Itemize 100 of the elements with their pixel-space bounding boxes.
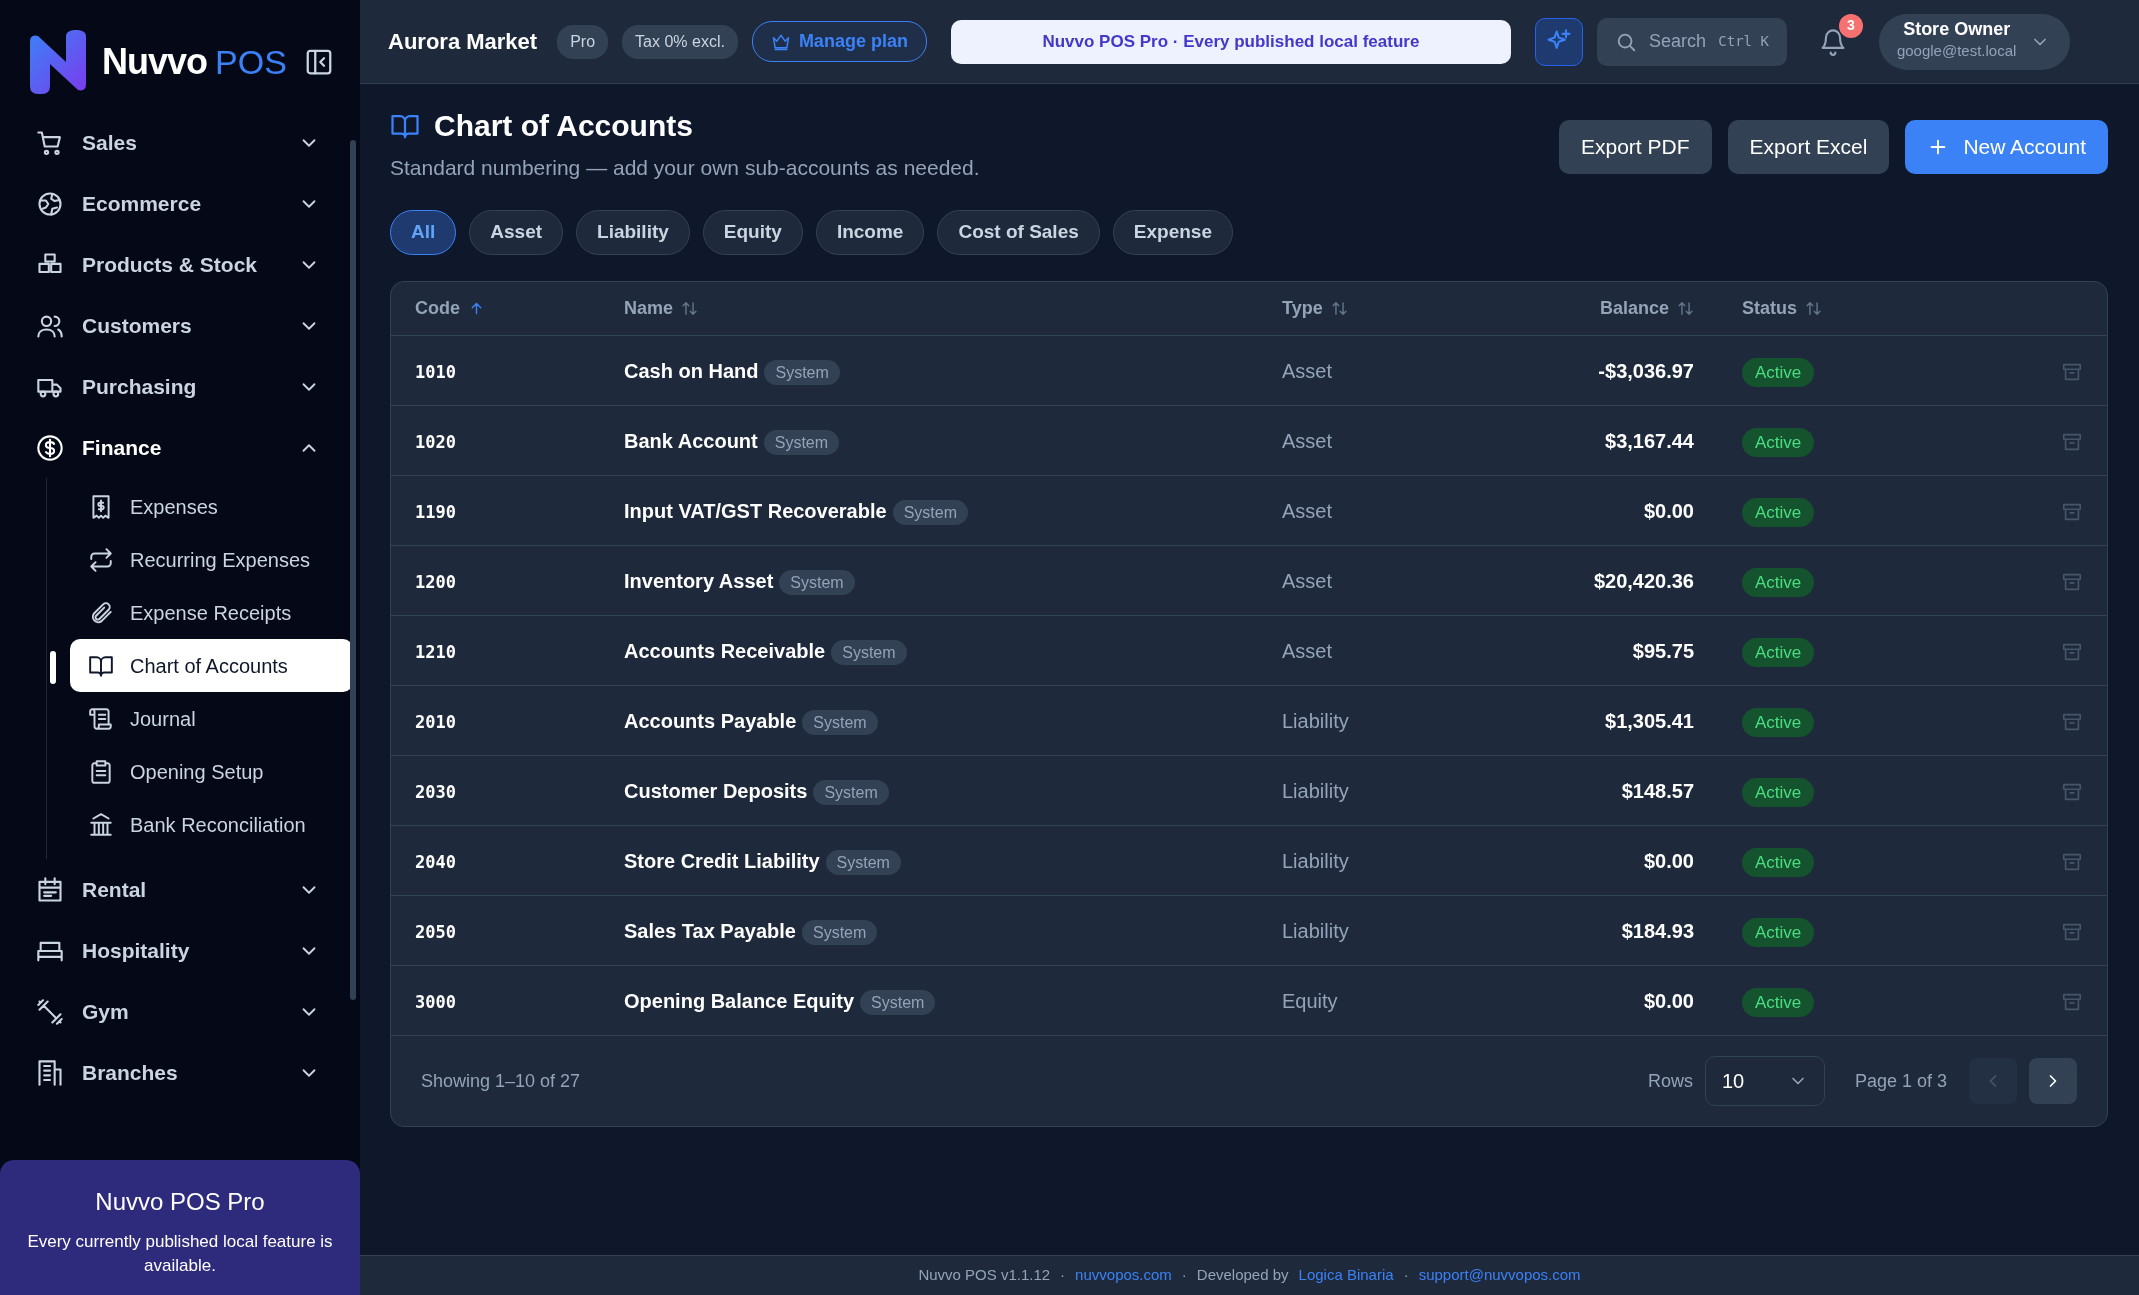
page-indicator: Page 1 of 3 <box>1854 1069 1947 1093</box>
footer-separator: · <box>1403 1265 1409 1286</box>
status-badge: Active <box>1742 917 1815 947</box>
sidebar-item[interactable]: Gym <box>26 981 330 1042</box>
filter-chip[interactable]: Expense <box>1112 209 1233 255</box>
account-name: Store Credit Liability <box>624 849 820 872</box>
sidebar-subitem[interactable]: Expenses <box>70 480 353 533</box>
status-badge: Active <box>1742 357 1815 387</box>
user-name: Store Owner <box>1902 20 2012 41</box>
filter-chip[interactable]: Income <box>815 209 925 255</box>
info-badge: Tax 0% excl. <box>622 24 738 59</box>
sidebar-item[interactable]: Products & Stock <box>26 234 330 295</box>
search-field[interactable]: Search Ctrl K <box>1596 17 1787 66</box>
sidebar-subitem[interactable]: Journal <box>70 692 353 745</box>
system-tag: System <box>892 499 968 525</box>
system-tag: System <box>764 359 840 385</box>
sidebar-item[interactable]: Customers <box>26 295 330 356</box>
account-type: Asset <box>1282 359 1333 382</box>
sidebar-subitem[interactable]: Bank Reconciliation <box>70 798 353 851</box>
account-name: Sales Tax Payable <box>624 919 796 942</box>
account-type: Asset <box>1282 499 1333 522</box>
clipboard-icon <box>88 758 114 785</box>
account-balance: $0.00 <box>1643 849 1694 872</box>
showing-count: Showing 1–10 of 27 <box>421 1069 581 1093</box>
account-balance: $184.93 <box>1621 919 1694 942</box>
account-name: Opening Balance Equity <box>624 989 855 1012</box>
collapse-sidebar-button[interactable] <box>304 47 334 77</box>
logo-text: POS <box>215 42 287 83</box>
sidebar-item[interactable]: Purchasing <box>26 356 330 417</box>
account-code: 2030 <box>415 781 456 802</box>
sidebar-item[interactable]: Branches <box>26 1042 330 1103</box>
system-tag: System <box>860 989 936 1015</box>
account-code: 1190 <box>415 501 456 522</box>
footer-separator: · <box>1181 1265 1187 1286</box>
column-header[interactable]: Status <box>1742 294 1822 322</box>
account-code: 1200 <box>415 571 456 592</box>
system-tag: System <box>813 779 889 805</box>
filter-chip[interactable]: Asset <box>469 209 564 255</box>
sidebar-item[interactable]: Hospitality <box>26 920 330 981</box>
account-code: 2050 <box>415 921 456 942</box>
repeat-icon <box>88 546 114 573</box>
store-name: Aurora Market <box>388 28 538 56</box>
account-name: Accounts Receivable <box>624 639 826 662</box>
dumbbell-icon <box>36 997 64 1026</box>
sidebar-item[interactable]: Finance <box>26 417 330 478</box>
account-balance: $3,167.44 <box>1605 429 1694 452</box>
filter-chip[interactable]: All <box>390 209 457 255</box>
promo-title: Nuvvo POS Pro <box>94 1187 266 1217</box>
system-tag: System <box>801 919 878 945</box>
account-type: Liability <box>1282 919 1349 942</box>
sidebar-subitem[interactable]: Recurring Expenses <box>70 533 353 586</box>
manage-plan-button[interactable]: Manage plan <box>751 21 927 62</box>
next-page-button[interactable] <box>2029 1058 2077 1104</box>
account-code: 2040 <box>415 851 456 872</box>
account-type: Asset <box>1282 639 1333 662</box>
account-code: 1010 <box>415 361 456 382</box>
status-badge: Active <box>1742 567 1815 597</box>
column-header[interactable]: Name <box>624 294 699 322</box>
promo-text: Every currently published local feature is available. <box>26 1231 334 1277</box>
shortcut-hint: Ctrl K <box>1718 32 1769 51</box>
account-type: Asset <box>1282 569 1333 592</box>
status-badge: Active <box>1742 987 1815 1017</box>
user-menu[interactable]: Store Owner google@test.local <box>1878 13 2071 70</box>
sidebar-item[interactable]: Ecommerce <box>26 173 330 234</box>
account-name: Cash on Hand <box>624 359 759 382</box>
account-balance: $0.00 <box>1643 989 1694 1012</box>
account-balance: $0.00 <box>1643 499 1694 522</box>
footer-link[interactable]: Logica Binaria <box>1298 1264 1394 1287</box>
scrollbar[interactable] <box>350 140 356 1000</box>
filter-chip[interactable]: Equity <box>702 209 803 255</box>
sidebar-item[interactable]: Sales <box>26 112 330 173</box>
rows-select[interactable]: 10 <box>1704 1056 1825 1106</box>
sidebar-subitem[interactable]: Expense Receipts <box>70 586 353 639</box>
filter-chip[interactable]: Liability <box>576 209 690 255</box>
account-name: Inventory Asset <box>624 569 774 592</box>
filter-chip[interactable]: Cost of Sales <box>937 209 1100 255</box>
export-button[interactable]: Export PDF <box>1559 120 1712 174</box>
system-tag: System <box>802 709 878 735</box>
export-button[interactable]: Export Excel <box>1727 120 1890 174</box>
sidebar-subitem[interactable]: Opening Setup <box>70 745 353 798</box>
account-code: 1020 <box>415 431 456 452</box>
status-badge: Active <box>1742 427 1815 457</box>
status-badge: Active <box>1742 847 1815 877</box>
system-tag: System <box>825 849 901 875</box>
user-email: google@test.local <box>1896 41 2017 62</box>
column-header[interactable]: Type <box>1282 294 1348 322</box>
assistant-button[interactable] <box>1534 17 1583 66</box>
account-name: Accounts Payable <box>624 709 797 732</box>
column-header[interactable]: Balance <box>1599 294 1694 322</box>
notification-count: 3 <box>1838 13 1863 38</box>
footer-link[interactable]: nuvvopos.com <box>1075 1264 1172 1287</box>
status-badge: Active <box>1742 637 1815 667</box>
bank-icon <box>88 811 114 838</box>
column-header[interactable]: Code <box>415 294 485 322</box>
page-title: Chart of Accounts <box>434 108 693 144</box>
new-account-button[interactable]: New Account <box>1905 120 2108 174</box>
account-balance: $20,420.36 <box>1593 569 1694 592</box>
system-tag: System <box>831 639 907 665</box>
sidebar-item[interactable]: Rental <box>26 859 330 920</box>
footer-link[interactable]: support@nuvvopos.com <box>1418 1264 1581 1287</box>
